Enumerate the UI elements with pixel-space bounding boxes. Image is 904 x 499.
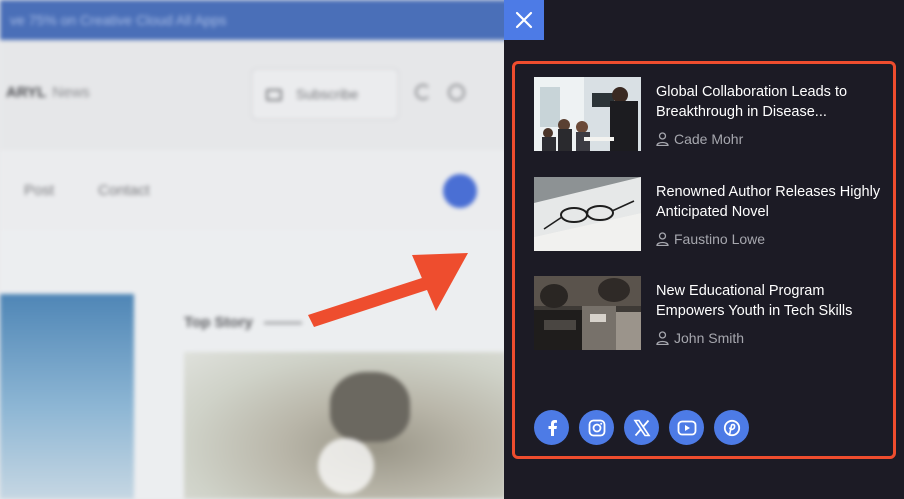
- user-icon: [656, 132, 669, 146]
- x-button[interactable]: [624, 410, 659, 445]
- author-name: Faustino Lowe: [674, 231, 766, 247]
- user-icon: [656, 331, 669, 345]
- facebook-icon: [548, 419, 557, 436]
- author-name: John Smith: [674, 330, 745, 346]
- search-icon: [448, 84, 465, 101]
- story-item[interactable]: Renowned Author Releases Highly Anticipa…: [534, 177, 884, 253]
- youtube-button[interactable]: [669, 410, 704, 445]
- user-icon: [656, 232, 669, 246]
- section-title: Top Story: [184, 314, 253, 331]
- envelope-icon: [266, 89, 282, 102]
- story-title[interactable]: New Educational Program Empowers Youth i…: [656, 281, 882, 321]
- threads-icon: [723, 419, 740, 436]
- story-title[interactable]: Renowned Author Releases Highly Anticipa…: [656, 182, 882, 222]
- story-author: John Smith: [656, 329, 744, 347]
- nav-item-post: Post: [24, 182, 55, 199]
- story-thumbnail: [534, 276, 641, 350]
- author-name: Cade Mohr: [674, 131, 744, 147]
- subscribe-button: Subscribe: [251, 68, 399, 120]
- annotation-arrow: [308, 253, 468, 327]
- brand-name: ARYL: [6, 84, 47, 101]
- youtube-icon: [677, 420, 696, 435]
- instagram-button[interactable]: [579, 410, 614, 445]
- close-button[interactable]: [504, 0, 544, 40]
- story-thumbnail: [534, 177, 641, 251]
- brand-tag: News: [52, 84, 90, 101]
- section-underline: [264, 322, 302, 324]
- x-icon: [633, 419, 650, 436]
- instagram-icon: [588, 419, 605, 436]
- moon-icon: [415, 84, 431, 100]
- threads-button[interactable]: [714, 410, 749, 445]
- hero-image-left: [0, 294, 134, 499]
- story-title[interactable]: Global Collaboration Leads to Breakthrou…: [656, 82, 882, 122]
- story-author: Cade Mohr: [656, 130, 743, 148]
- user-avatar: [443, 174, 477, 208]
- close-icon: [515, 11, 533, 29]
- nav-item-contact: Contact: [98, 182, 150, 199]
- subscribe-label: Subscribe: [296, 86, 359, 102]
- story-thumbnail: [534, 77, 641, 151]
- story-item[interactable]: New Educational Program Empowers Youth i…: [534, 276, 884, 352]
- story-item[interactable]: Global Collaboration Leads to Breakthrou…: [534, 77, 884, 153]
- hero-subject: [330, 372, 410, 442]
- story-author: Faustino Lowe: [656, 230, 765, 248]
- facebook-button[interactable]: [534, 410, 569, 445]
- site-brand: ARYL News: [6, 84, 90, 101]
- play-icon: [318, 438, 374, 494]
